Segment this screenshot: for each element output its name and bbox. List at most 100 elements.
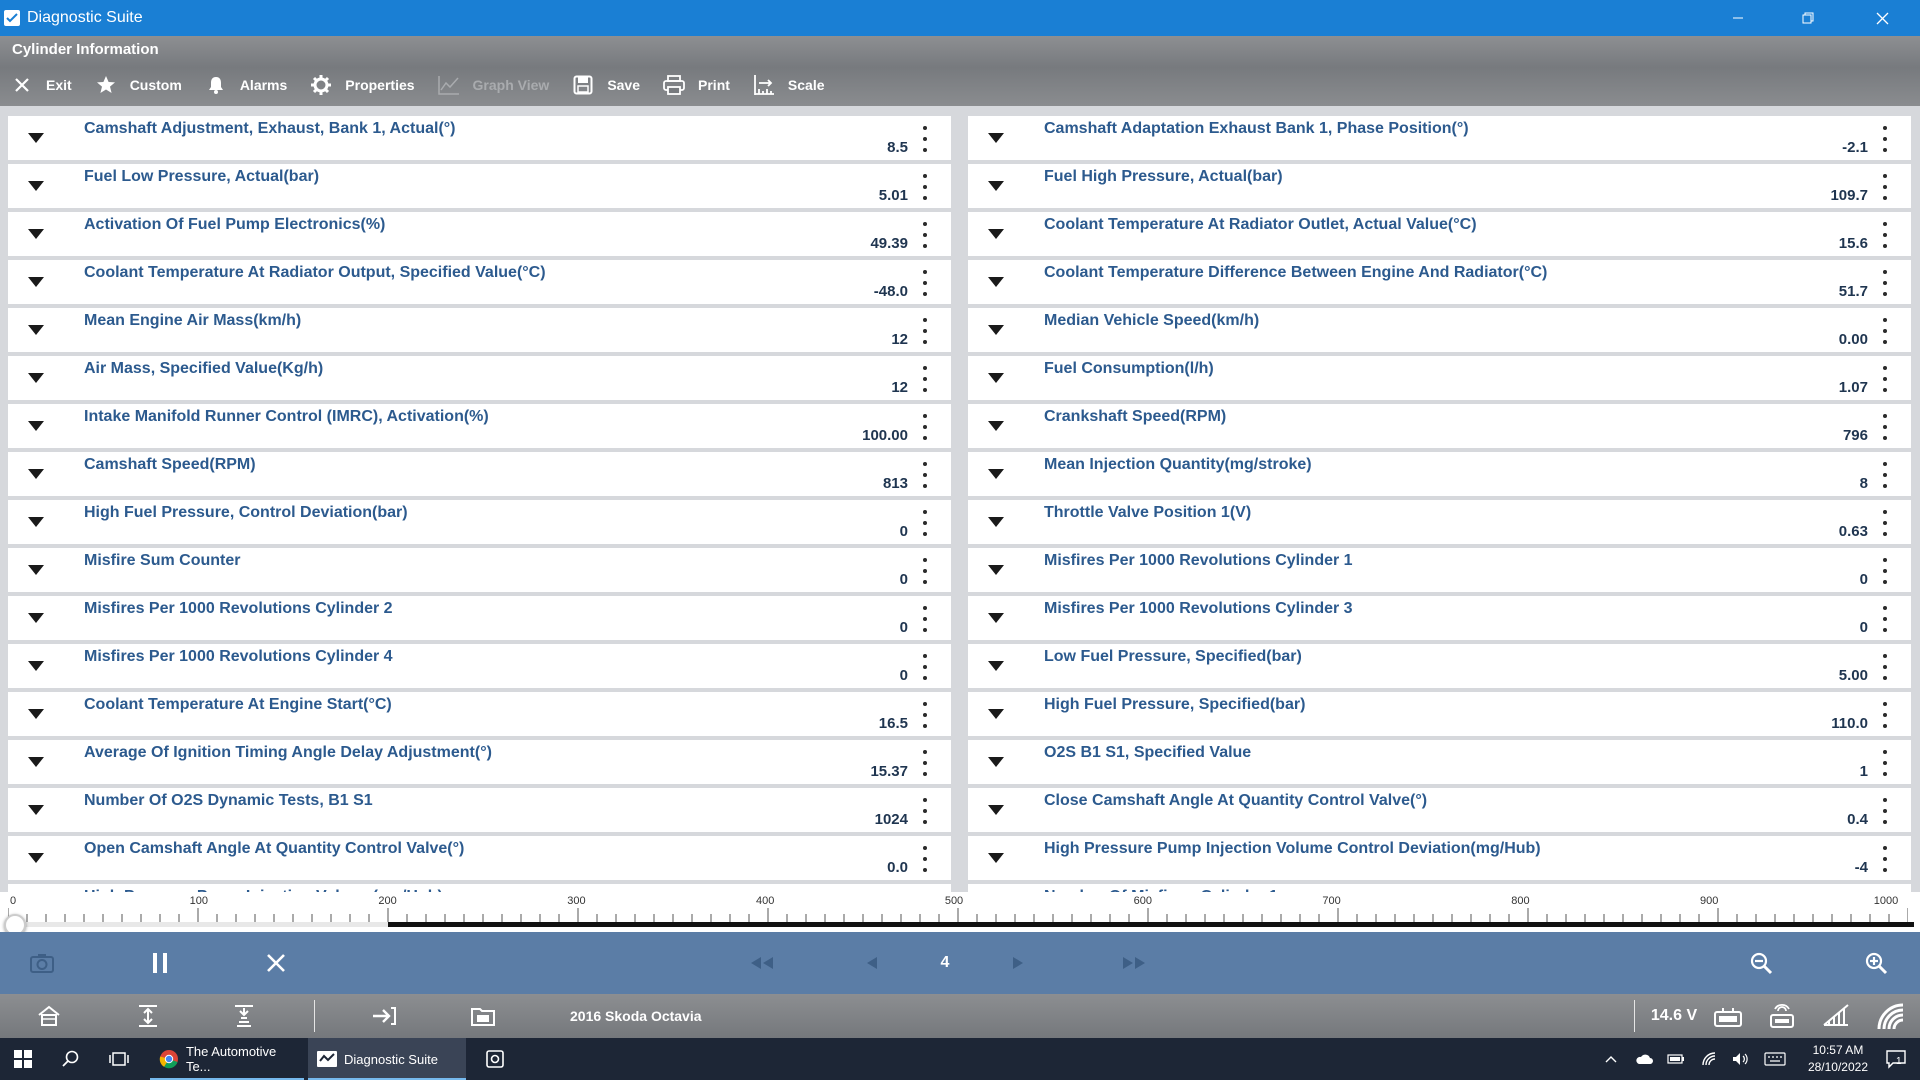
- network-tray[interactable]: [1697, 1038, 1721, 1080]
- device-button[interactable]: [1766, 994, 1798, 1038]
- parameter-row-left[interactable]: Camshaft Speed(RPM) 813: [8, 452, 951, 496]
- expand-caret-icon[interactable]: [22, 752, 50, 772]
- parameter-row-right[interactable]: Coolant Temperature Difference Between E…: [968, 260, 1911, 304]
- more-options-icon[interactable]: [919, 606, 931, 632]
- expand-caret-icon[interactable]: [982, 224, 1010, 244]
- parameter-list[interactable]: Camshaft Adjustment, Exhaust, Bank 1, Ac…: [0, 106, 1920, 892]
- expand-caret-icon[interactable]: [982, 752, 1010, 772]
- more-options-icon[interactable]: [1879, 126, 1891, 152]
- more-options-icon[interactable]: [1879, 702, 1891, 728]
- more-options-icon[interactable]: [919, 126, 931, 152]
- expand-caret-icon[interactable]: [22, 800, 50, 820]
- parameter-row-right[interactable]: High Pressure Pump Injection Volume Cont…: [968, 836, 1911, 880]
- expand-caret-icon[interactable]: [982, 704, 1010, 724]
- more-options-icon[interactable]: [1879, 606, 1891, 632]
- parameter-row-right[interactable]: Camshaft Adaptation Exhaust Bank 1, Phas…: [968, 116, 1911, 160]
- more-options-icon[interactable]: [1879, 510, 1891, 536]
- expand-caret-icon[interactable]: [982, 800, 1010, 820]
- parameter-row-right[interactable]: O2S B1 S1, Specified Value 1: [968, 740, 1911, 784]
- expand-caret-icon[interactable]: [22, 560, 50, 580]
- taskbar-app-tool[interactable]: [480, 1038, 510, 1080]
- export-button[interactable]: [369, 994, 399, 1038]
- search-button[interactable]: [56, 1038, 86, 1080]
- save-button[interactable]: Save: [561, 64, 652, 106]
- more-options-icon[interactable]: [919, 558, 931, 584]
- graph-view-button[interactable]: Graph View: [427, 64, 562, 106]
- expand-caret-icon[interactable]: [982, 128, 1010, 148]
- expand-caret-icon[interactable]: [22, 464, 50, 484]
- pause-button[interactable]: [140, 932, 180, 994]
- exit-button[interactable]: Exit: [0, 64, 84, 106]
- next-page-button[interactable]: [1006, 932, 1030, 994]
- more-options-icon[interactable]: [919, 270, 931, 296]
- more-options-icon[interactable]: [919, 462, 931, 488]
- parameter-row-left[interactable]: Fuel Low Pressure, Actual(bar) 5.01: [8, 164, 951, 208]
- collapse-button[interactable]: [229, 994, 259, 1038]
- parameter-row-right[interactable]: Fuel High Pressure, Actual(bar) 109.7: [968, 164, 1911, 208]
- parameter-row-left[interactable]: Mean Engine Air Mass(km/h) 12: [8, 308, 951, 352]
- scale-button[interactable]: Scale: [742, 64, 837, 106]
- more-options-icon[interactable]: [919, 318, 931, 344]
- parameter-row-right[interactable]: Number Of Misfires, Cylinder 1: [968, 884, 1911, 892]
- notifications-button[interactable]: 1: [1876, 1038, 1916, 1080]
- zoom-in-button[interactable]: [1860, 932, 1892, 994]
- parameter-row-left[interactable]: Coolant Temperature At Radiator Output, …: [8, 260, 951, 304]
- more-options-icon[interactable]: [919, 510, 931, 536]
- expand-caret-icon[interactable]: [982, 848, 1010, 868]
- parameter-row-left[interactable]: Intake Manifold Runner Control (IMRC), A…: [8, 404, 951, 448]
- expand-caret-icon[interactable]: [982, 656, 1010, 676]
- print-button[interactable]: Print: [652, 64, 742, 106]
- expand-caret-icon[interactable]: [982, 272, 1010, 292]
- more-options-icon[interactable]: [1879, 462, 1891, 488]
- more-options-icon[interactable]: [919, 174, 931, 200]
- more-options-icon[interactable]: [1879, 270, 1891, 296]
- expand-caret-icon[interactable]: [982, 368, 1010, 388]
- parameter-row-left[interactable]: Camshaft Adjustment, Exhaust, Bank 1, Ac…: [8, 116, 951, 160]
- expand-caret-icon[interactable]: [22, 272, 50, 292]
- expand-caret-icon[interactable]: [982, 176, 1010, 196]
- close-window-button[interactable]: [1854, 0, 1910, 36]
- more-options-icon[interactable]: [1879, 414, 1891, 440]
- parameter-row-right[interactable]: Median Vehicle Speed(km/h) 0.00: [968, 308, 1911, 352]
- parameter-row-left[interactable]: Air Mass, Specified Value(Kg/h) 12: [8, 356, 951, 400]
- keyboard-tray[interactable]: [1762, 1038, 1788, 1080]
- expand-caret-icon[interactable]: [22, 416, 50, 436]
- parameter-row-left[interactable]: Average Of Ignition Timing Angle Delay A…: [8, 740, 951, 784]
- parameter-row-left[interactable]: Misfires Per 1000 Revolutions Cylinder 2…: [8, 596, 951, 640]
- expand-caret-icon[interactable]: [982, 512, 1010, 532]
- parameter-row-right[interactable]: Coolant Temperature At Radiator Outlet, …: [968, 212, 1911, 256]
- parameter-row-right[interactable]: Fuel Consumption(l/h) 1.07: [968, 356, 1911, 400]
- taskbar-app-diagnostic-suite[interactable]: Diagnostic Suite: [308, 1038, 466, 1080]
- parameter-row-left[interactable]: Open Camshaft Angle At Quantity Control …: [8, 836, 951, 880]
- parameter-row-right[interactable]: Throttle Valve Position 1(V) 0.63: [968, 500, 1911, 544]
- expand-caret-icon[interactable]: [22, 368, 50, 388]
- expand-caret-icon[interactable]: [22, 128, 50, 148]
- more-options-icon[interactable]: [919, 846, 931, 872]
- more-options-icon[interactable]: [1879, 654, 1891, 680]
- parameter-row-left[interactable]: Misfires Per 1000 Revolutions Cylinder 4…: [8, 644, 951, 688]
- restore-button[interactable]: [1780, 0, 1836, 36]
- battery-tray[interactable]: [1664, 1038, 1688, 1080]
- parameter-row-left[interactable]: Misfire Sum Counter 0: [8, 548, 951, 592]
- task-view-button[interactable]: [104, 1038, 134, 1080]
- zoom-out-button[interactable]: [1745, 932, 1777, 994]
- more-options-icon[interactable]: [1879, 366, 1891, 392]
- more-options-icon[interactable]: [919, 654, 931, 680]
- more-options-icon[interactable]: [1879, 846, 1891, 872]
- parameter-row-right[interactable]: Low Fuel Pressure, Specified(bar) 5.00: [968, 644, 1911, 688]
- previous-page-button[interactable]: [860, 932, 884, 994]
- more-options-icon[interactable]: [1879, 558, 1891, 584]
- expand-caret-icon[interactable]: [982, 320, 1010, 340]
- no-signal-button[interactable]: [1820, 994, 1852, 1038]
- expand-caret-icon[interactable]: [22, 704, 50, 724]
- parameter-row-right[interactable]: High Fuel Pressure, Specified(bar) 110.0: [968, 692, 1911, 736]
- expand-caret-icon[interactable]: [22, 176, 50, 196]
- taskbar-app-chrome[interactable]: The Automotive Te...: [150, 1038, 304, 1080]
- expand-caret-icon[interactable]: [982, 560, 1010, 580]
- first-page-button[interactable]: [740, 932, 784, 994]
- snapshot-button[interactable]: [22, 932, 62, 994]
- wifi-button[interactable]: [1874, 994, 1910, 1038]
- stop-button[interactable]: [256, 932, 296, 994]
- more-options-icon[interactable]: [1879, 222, 1891, 248]
- parameter-row-right[interactable]: Crankshaft Speed(RPM) 796: [968, 404, 1911, 448]
